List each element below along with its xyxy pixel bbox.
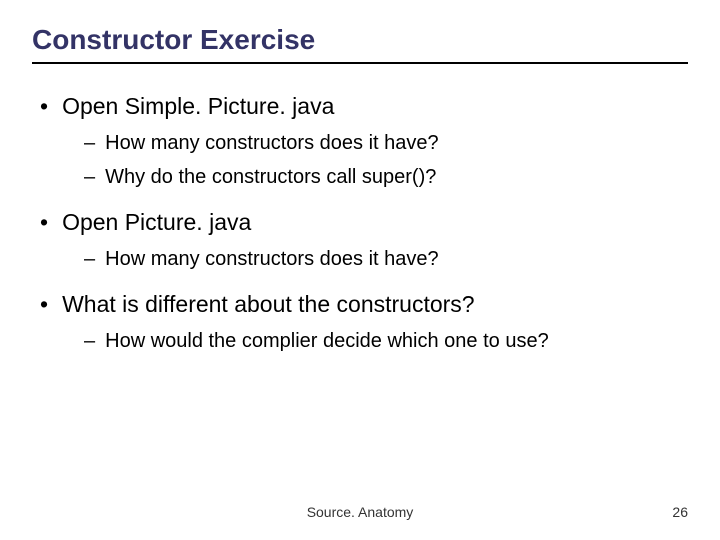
bullet-marker: • (40, 92, 48, 122)
list-item: – How many constructors does it have? (32, 130, 688, 156)
dash-marker: – (84, 328, 95, 354)
bullet-text: Open Picture. java (62, 208, 251, 238)
bullet-text: What is different about the constructors… (62, 290, 475, 320)
list-item: – How many constructors does it have? (32, 246, 688, 272)
list-item: • What is different about the constructo… (32, 290, 688, 320)
bullet-text: How many constructors does it have? (105, 246, 439, 272)
footer-center-text: Source. Anatomy (307, 504, 414, 520)
bullet-text: Why do the constructors call super()? (105, 164, 436, 190)
bullet-marker: • (40, 290, 48, 320)
slide-content: • Open Simple. Picture. java – How many … (32, 92, 688, 354)
dash-marker: – (84, 130, 95, 156)
bullet-text: Open Simple. Picture. java (62, 92, 334, 122)
dash-marker: – (84, 246, 95, 272)
bullet-text: How would the complier decide which one … (105, 328, 549, 354)
bullet-marker: • (40, 208, 48, 238)
slide-title: Constructor Exercise (32, 24, 688, 64)
list-item: – How would the complier decide which on… (32, 328, 688, 354)
list-item: – Why do the constructors call super()? (32, 164, 688, 190)
list-item: • Open Simple. Picture. java (32, 92, 688, 122)
page-number: 26 (672, 504, 688, 520)
list-item: • Open Picture. java (32, 208, 688, 238)
slide-footer: Source. Anatomy 26 (0, 504, 720, 520)
bullet-text: How many constructors does it have? (105, 130, 439, 156)
dash-marker: – (84, 164, 95, 190)
